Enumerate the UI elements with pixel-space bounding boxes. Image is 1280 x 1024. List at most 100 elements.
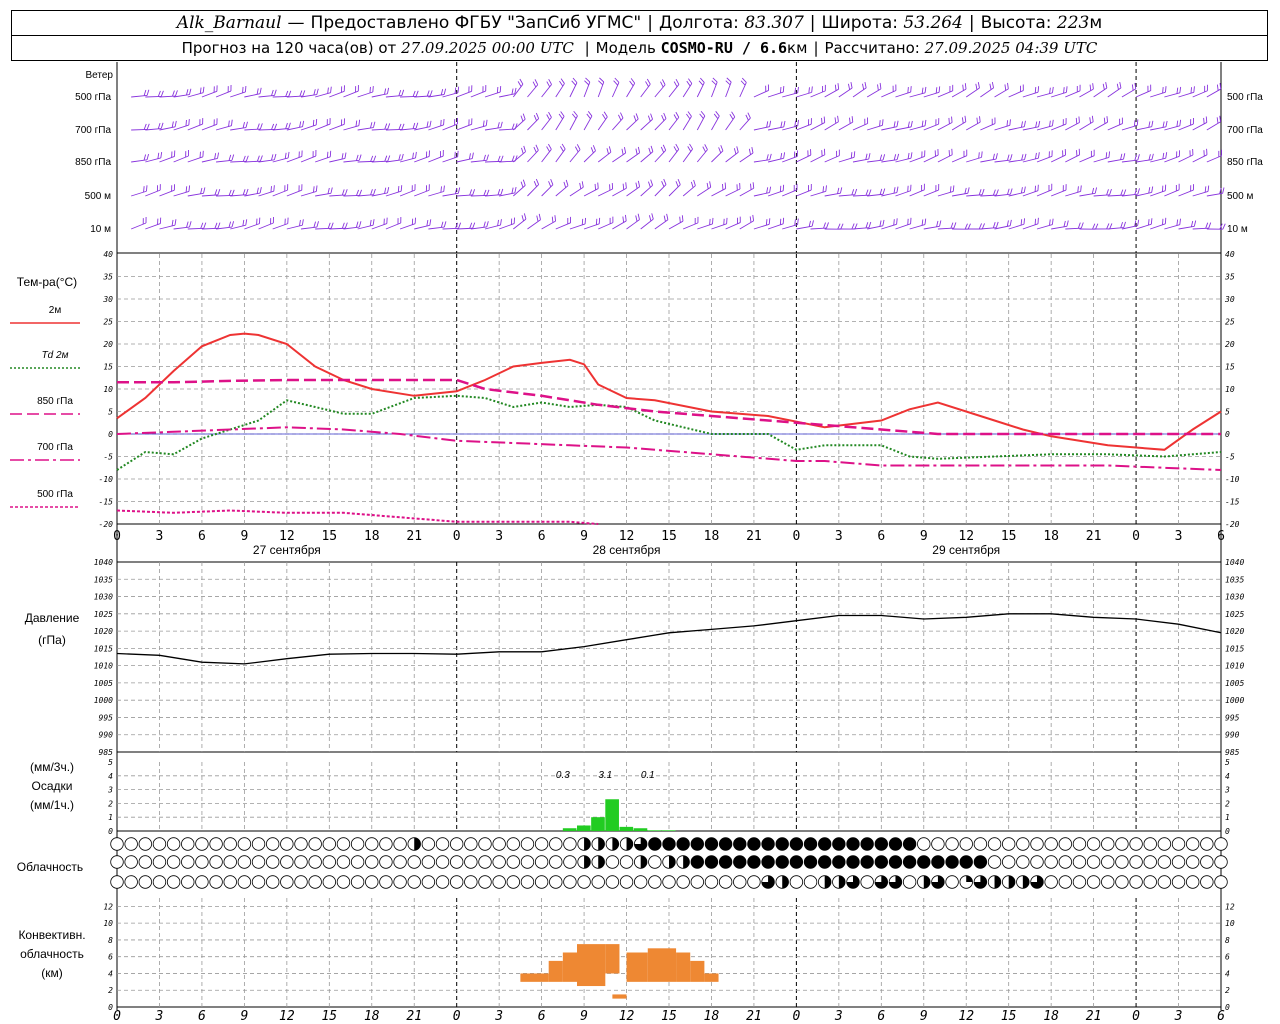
wind-barb-feather: [327, 187, 330, 194]
wind-barb: [1008, 126, 1025, 131]
wind-barb-feather: [978, 223, 982, 230]
wind-barb-feather: [497, 189, 501, 196]
wind-barb-feather: [1109, 223, 1113, 230]
wind-barb-feather: [1106, 189, 1109, 196]
cloud-cover-symbol: [704, 837, 719, 851]
precip-unit-1h: (мм/1ч.): [30, 798, 74, 812]
temp-tick-right: 15: [1225, 363, 1235, 372]
wind-barb-feather: [426, 121, 429, 128]
cloud-cover-symbol: [1086, 875, 1101, 889]
wind-barb-feather: [1162, 152, 1165, 159]
wind-barb-feather: [725, 80, 731, 86]
wind-barb-feather: [1208, 222, 1212, 229]
wind-barb: [1150, 91, 1166, 98]
cloud-cover-symbol: [421, 837, 436, 851]
wind-barb-feather: [1009, 154, 1013, 161]
wind-barb-feather: [214, 222, 218, 229]
wind-barb-feather: [882, 219, 885, 226]
wind-barb: [329, 194, 346, 197]
wind-barb-feather: [369, 219, 372, 226]
pressure-tick-left: 995: [99, 713, 114, 722]
wind-barb-feather: [200, 222, 204, 229]
wind-barb: [668, 117, 680, 131]
wind-barb-feather: [143, 186, 145, 193]
convective-cloud-block: [612, 994, 627, 999]
wind-barb-feather: [586, 113, 591, 119]
wind-barb: [1178, 225, 1195, 230]
cloud-cover-symbol: [1058, 855, 1073, 869]
cloud-cover-symbol: [280, 837, 294, 851]
wind-barb-feather: [533, 114, 537, 121]
wind-barb-feather: [242, 122, 245, 129]
wind-barb-feather: [687, 111, 692, 117]
wind-barb-feather: [712, 77, 718, 83]
wind-barb-feather: [523, 145, 526, 152]
temp-tick-right: -20: [1225, 520, 1240, 529]
cloud-cover-symbol: [690, 855, 705, 869]
wind-barb-feather: [606, 148, 609, 155]
wind-barb: [513, 218, 527, 230]
wind-barb-feather: [910, 120, 913, 127]
cloud-cover-symbol: [902, 855, 917, 869]
cloud-cover-symbol: [1044, 875, 1058, 889]
wind-barb: [739, 117, 751, 131]
wind-barb: [1065, 90, 1081, 98]
wind-barb-feather: [355, 221, 359, 228]
cloud-cover-symbol: [1129, 837, 1143, 851]
wind-barb: [1178, 91, 1194, 98]
wind-barb: [838, 87, 853, 98]
cloud-cover-symbol: [1171, 837, 1186, 851]
wind-barb-feather: [330, 187, 333, 194]
wind-barb-feather: [387, 187, 390, 194]
wind-barb: [315, 227, 332, 230]
wind-barb-feather: [270, 154, 274, 161]
wind-barb: [782, 189, 798, 197]
hour-label-bottom: 3: [494, 1009, 503, 1024]
cloud-cover-symbol: [549, 837, 563, 851]
pressure-tick-right: 1010: [1225, 662, 1244, 671]
wind-barb: [244, 223, 260, 230]
cloud-cover-symbol: [195, 875, 209, 889]
cloud-cover-symbol: [1016, 855, 1030, 869]
cloud-cover-symbol: [478, 875, 492, 889]
wind-barb: [272, 189, 288, 197]
wind-barb-feather: [443, 88, 447, 95]
hour-label-mid: 3: [835, 529, 843, 544]
conv-tick-right: 2: [1225, 986, 1230, 995]
hour-label-bottom: 15: [1001, 1009, 1017, 1024]
wind-barb-feather: [143, 123, 147, 130]
wind-barb: [626, 83, 636, 98]
wind-barb-feather: [546, 146, 550, 152]
wind-barb-feather: [675, 111, 680, 118]
wind-barb-feather: [500, 155, 504, 162]
wind-barb: [456, 123, 472, 131]
wind-barb-feather: [783, 120, 786, 127]
wind-barb: [1135, 126, 1152, 131]
wind-barb: [767, 126, 784, 131]
convective-cloud-layer: [520, 944, 719, 999]
wind-barb-feather: [677, 178, 681, 185]
wind-barb: [909, 189, 925, 197]
temp-tick-left: 15: [103, 363, 113, 372]
wind-barb-feather: [699, 77, 705, 83]
cloud-cover-symbol: [789, 837, 804, 851]
wind-barb: [201, 194, 218, 197]
cloud-cover-symbol: [209, 855, 223, 869]
cloud-cover-symbol: [365, 875, 379, 889]
cloud-cover-symbol: [492, 837, 506, 851]
hour-label-mid: 9: [580, 529, 588, 544]
precip-bar: [633, 828, 648, 831]
wind-barb: [1036, 125, 1053, 131]
wind-barb-feather: [1035, 121, 1038, 128]
wind-level-label-left: 500 м: [85, 191, 111, 202]
wind-barb: [215, 125, 232, 131]
cloud-cover-symbol: [237, 837, 252, 851]
wind-barb-feather: [242, 189, 246, 196]
wind-barb-feather: [995, 221, 999, 228]
wind-barb-feather: [675, 143, 680, 150]
wind-barb-feather: [893, 187, 896, 194]
cloud-cover-symbol: [959, 855, 973, 869]
wind-barb-feather: [199, 87, 202, 94]
wind-barb: [753, 223, 770, 230]
wind-barb-feather: [202, 86, 205, 93]
